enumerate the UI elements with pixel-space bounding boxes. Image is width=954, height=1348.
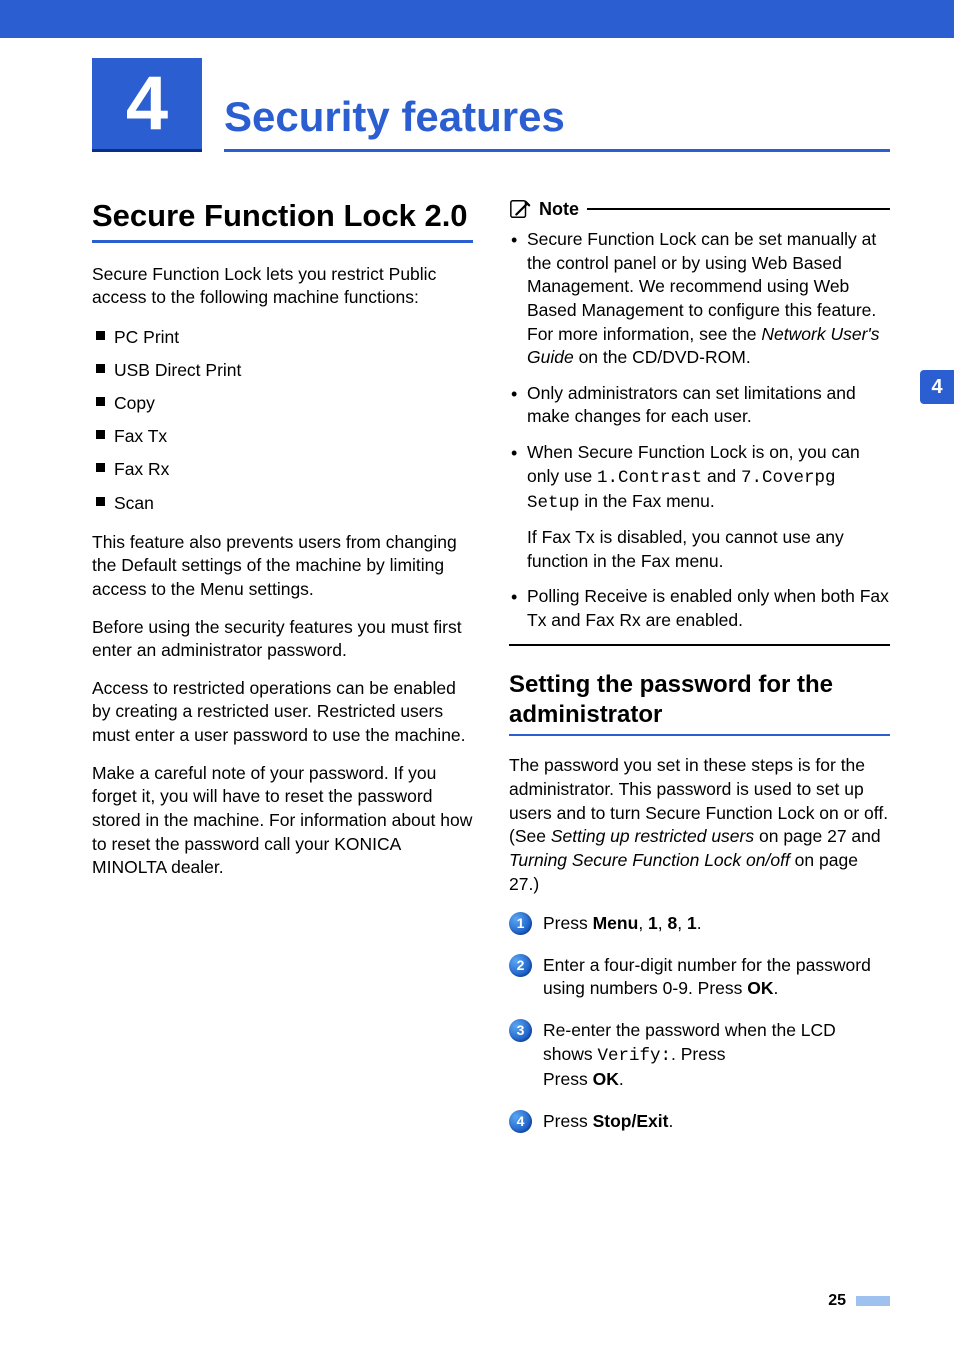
feature-scan: Scan [92, 490, 473, 517]
right-column: Note Secure Function Lock can be set man… [509, 198, 890, 1152]
page-content: 4 Security features Secure Function Lock… [0, 38, 954, 1152]
chapter-header: 4 Security features [92, 58, 890, 152]
s1-c1: , [658, 913, 668, 933]
s1-k1: 1 [648, 913, 658, 933]
step-1: 1 Press Menu, 1, 8, 1. [509, 912, 890, 936]
sfl-para-restricted: Access to restricted operations can be e… [92, 677, 473, 748]
feature-list: PC Print USB Direct Print Copy Fax Tx Fa… [92, 324, 473, 517]
step-2: 2 Enter a four-digit number for the pass… [509, 954, 890, 1001]
step-badge-1: 1 [509, 912, 532, 935]
s1-k8: 8 [668, 913, 678, 933]
side-chapter-tab: 4 [920, 370, 954, 404]
note3-code1: 1.Contrast [597, 468, 702, 488]
step-3: 3 Re-enter the password when the LCD sho… [509, 1019, 890, 1092]
admin-pwd-intro: The password you set in these steps is f… [509, 754, 890, 896]
note1-post: on the CD/DVD-ROM. [574, 347, 751, 367]
s2-ok: OK [747, 978, 773, 998]
note-item-wbm: Secure Function Lock can be set manually… [509, 228, 890, 370]
intro-mid1: on page 27 and [754, 826, 881, 846]
feature-pc-print: PC Print [92, 324, 473, 351]
intro-em1: Setting up restricted users [551, 826, 754, 846]
feature-usb-direct: USB Direct Print [92, 357, 473, 384]
note-bottom-rule [509, 644, 890, 646]
note-list: Secure Function Lock can be set manually… [509, 228, 890, 632]
note3-post: in the Fax menu. [580, 491, 715, 511]
note-item-admins: Only administrators can set limitations … [509, 382, 890, 429]
left-column: Secure Function Lock 2.0 Secure Function… [92, 198, 473, 1152]
s3-code: Verify: [597, 1046, 671, 1066]
note-item-faxmenu: When Secure Function Lock is on, you can… [509, 441, 890, 573]
note-label: Note [539, 199, 579, 220]
sfl-para-admin-pwd: Before using the security features you m… [92, 616, 473, 663]
page-number: 25 [828, 1292, 890, 1310]
step-badge-2: 2 [509, 954, 532, 977]
note-heading: Note [509, 198, 890, 220]
s1-c2: , [677, 913, 687, 933]
feature-copy: Copy [92, 390, 473, 417]
chapter-title: Security features [224, 93, 890, 152]
step-badge-4: 4 [509, 1110, 532, 1133]
sfl-intro-para: Secure Function Lock lets you restrict P… [92, 263, 473, 310]
s1-end: . [697, 913, 702, 933]
s1-pre: Press [543, 913, 593, 933]
note3-sub: If Fax Tx is disabled, you cannot use an… [527, 526, 890, 573]
s3-end: . [619, 1069, 624, 1089]
feature-fax-rx: Fax Rx [92, 456, 473, 483]
sfl-para-prevent: This feature also prevents users from ch… [92, 531, 473, 602]
section-heading-sfl: Secure Function Lock 2.0 [92, 198, 473, 243]
s3-mid: . Press [671, 1044, 725, 1064]
s1-menu: Menu [593, 913, 639, 933]
chapter-number-box: 4 [92, 58, 202, 152]
note-icon [509, 198, 531, 220]
s1-mid: , [638, 913, 648, 933]
s1-k1b: 1 [687, 913, 697, 933]
step-4: 4 Press Stop/Exit. [509, 1110, 890, 1134]
note-rule [587, 208, 890, 210]
subsection-heading-admin-pwd: Setting the password for the administrat… [509, 670, 890, 736]
s4-stopexit: Stop/Exit [593, 1111, 669, 1131]
intro-em2: Turning Secure Function Lock on/off [509, 850, 790, 870]
s4-pre: Press [543, 1111, 593, 1131]
s2-text: Enter a four-digit number for the passwo… [543, 955, 871, 999]
note-item-polling: Polling Receive is enabled only when bot… [509, 585, 890, 632]
note3-mid: and [702, 466, 741, 486]
step-badge-3: 3 [509, 1019, 532, 1042]
steps-list: 1 Press Menu, 1, 8, 1. 2 Enter a four-di… [509, 912, 890, 1133]
s3-ok: OK [593, 1069, 619, 1089]
s4-end: . [668, 1111, 673, 1131]
s2-end: . [774, 978, 779, 998]
top-blue-band [0, 0, 954, 38]
feature-fax-tx: Fax Tx [92, 423, 473, 450]
sfl-para-note-pwd: Make a careful note of your password. If… [92, 762, 473, 880]
